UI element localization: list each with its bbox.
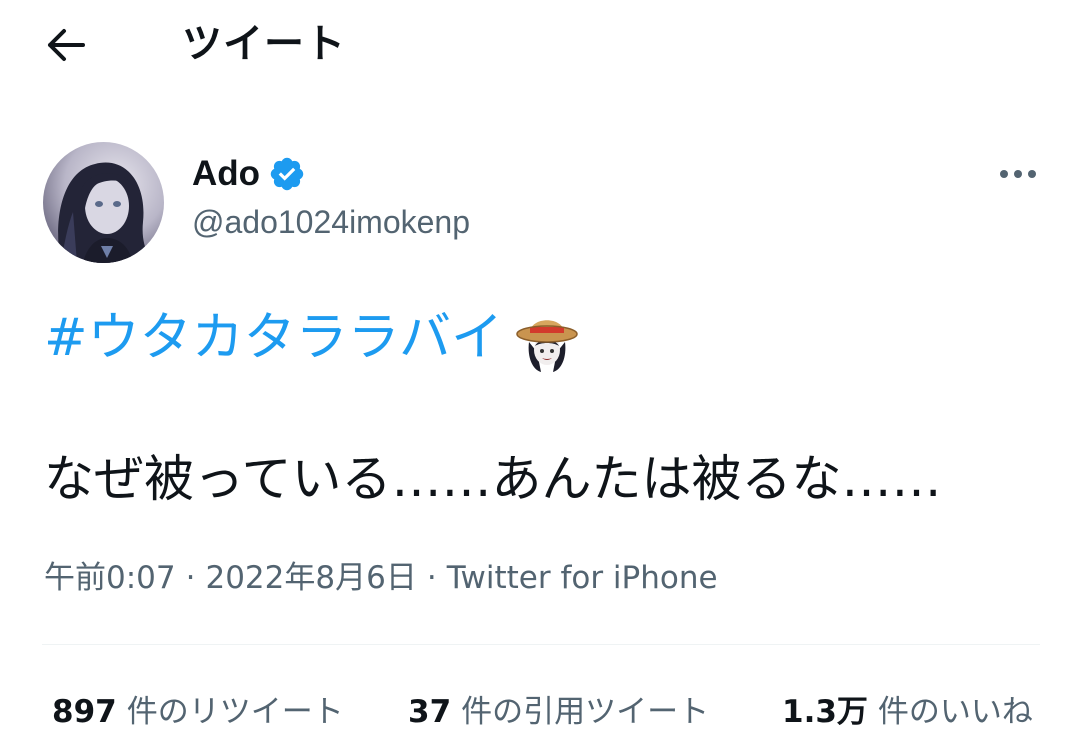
avatar[interactable] xyxy=(43,142,164,263)
user-handle[interactable]: @ado1024imokenp xyxy=(192,204,470,241)
name-row: Ado xyxy=(192,152,306,196)
back-button[interactable] xyxy=(40,22,90,68)
page-title: ツイート xyxy=(182,21,346,67)
meta-separator: · xyxy=(185,560,196,596)
more-options-button[interactable] xyxy=(990,154,1046,194)
arrow-left-icon xyxy=(48,29,85,61)
top-bar: ツイート xyxy=(0,0,1080,90)
straw-hat-character-emoji xyxy=(516,320,578,372)
likes-stat[interactable]: 1.3万 件のいいね xyxy=(782,688,1033,736)
likes-count: 1.3万 xyxy=(782,694,868,730)
tweet-author: Ado @ado1024imokenp xyxy=(0,130,1080,270)
tweet-time[interactable]: 午前0:07 xyxy=(44,560,176,596)
tweet-source[interactable]: Twitter for iPhone xyxy=(447,560,718,596)
meta-separator: · xyxy=(426,560,437,596)
tweet-date[interactable]: 2022年8月6日 xyxy=(205,560,416,596)
divider xyxy=(42,644,1040,645)
retweets-count: 897 xyxy=(52,694,117,730)
tweet-body: なぜ被っている……あんたは被るな…… xyxy=(44,450,942,508)
verified-badge-icon xyxy=(268,155,306,193)
hashtag-row: #ウタカタララバイ xyxy=(44,300,583,376)
engagement-stats: 897 件のリツイート 37 件の引用ツイート 1.3万 件のいいね xyxy=(52,688,1052,736)
hashtag-link[interactable]: #ウタカタララバイ xyxy=(44,303,503,373)
quotes-label: 件の引用ツイート xyxy=(461,694,710,730)
retweets-label: 件のリツイート xyxy=(126,694,344,730)
tweet-meta: 午前0:07 · 2022年8月6日 · Twitter for iPhone xyxy=(44,556,718,600)
display-name[interactable]: Ado xyxy=(192,154,260,194)
likes-label: 件のいいね xyxy=(877,694,1033,730)
more-horizontal-icon xyxy=(1000,170,1036,178)
quotes-count: 37 xyxy=(408,694,452,730)
retweets-stat[interactable]: 897 件のリツイート xyxy=(52,688,344,736)
quotes-stat[interactable]: 37 件の引用ツイート xyxy=(408,688,709,736)
